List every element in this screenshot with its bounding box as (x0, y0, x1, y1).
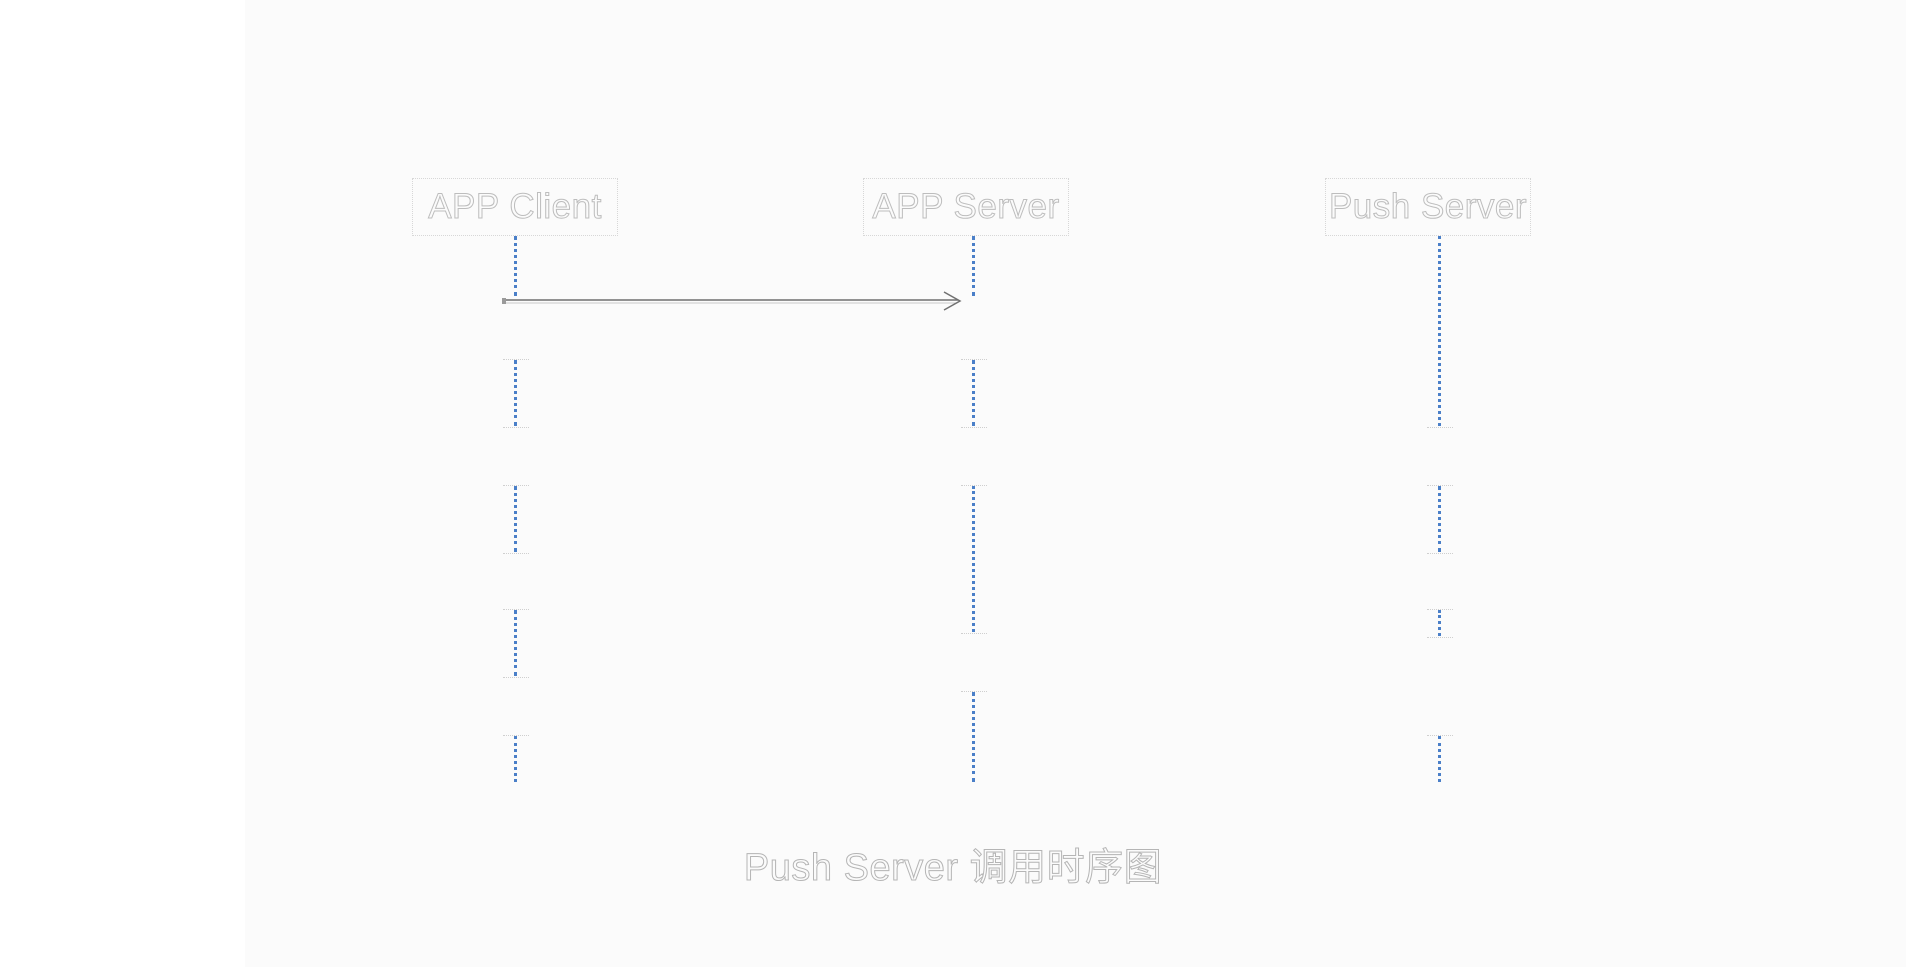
segment-tick (503, 677, 529, 679)
lifeline-app-client-segment (514, 610, 517, 676)
lifeline-push-server-segment (1438, 486, 1441, 552)
diagram-caption: Push Server 调用时序图 (743, 847, 1163, 890)
lifeline-app-server-segment (972, 360, 975, 426)
segment-tick (1427, 609, 1453, 611)
lifeline-app-server-segment (972, 692, 975, 782)
lifeline-app-client-segment (514, 486, 517, 552)
segment-tick (961, 691, 987, 693)
diagram-panel (245, 0, 1906, 967)
lifeline-app-server-segment (972, 236, 975, 296)
segment-tick (1427, 427, 1453, 429)
segment-tick (503, 609, 529, 611)
lifeline-app-client-segment (514, 360, 517, 426)
segment-tick (503, 485, 529, 487)
lifeline-push-server-segment (1438, 610, 1441, 636)
actor-label: APP Server (872, 187, 1060, 227)
segment-tick (503, 359, 529, 361)
segment-tick (961, 485, 987, 487)
lifeline-push-server-segment (1438, 736, 1441, 782)
actor-app-client: APP Client (412, 178, 618, 236)
segment-tick (1427, 485, 1453, 487)
segment-tick (961, 633, 987, 635)
actor-app-server: APP Server (863, 178, 1069, 236)
lifeline-app-client-segment (514, 236, 517, 296)
actor-label: APP Client (428, 187, 602, 227)
segment-tick (1427, 735, 1453, 737)
segment-tick (503, 735, 529, 737)
segment-tick (1427, 553, 1453, 555)
segment-tick (1427, 637, 1453, 639)
segment-tick (961, 359, 987, 361)
lifeline-push-server-segment (1438, 236, 1441, 426)
actor-push-server: Push Server (1325, 178, 1531, 236)
lifeline-app-server-segment (972, 486, 975, 632)
diagram-canvas: APP Client APP Server Push Server Push S… (0, 0, 1906, 967)
segment-tick (503, 553, 529, 555)
segment-tick (961, 427, 987, 429)
segment-tick (503, 427, 529, 429)
lifeline-app-client-segment (514, 736, 517, 782)
actor-label: Push Server (1328, 187, 1528, 227)
